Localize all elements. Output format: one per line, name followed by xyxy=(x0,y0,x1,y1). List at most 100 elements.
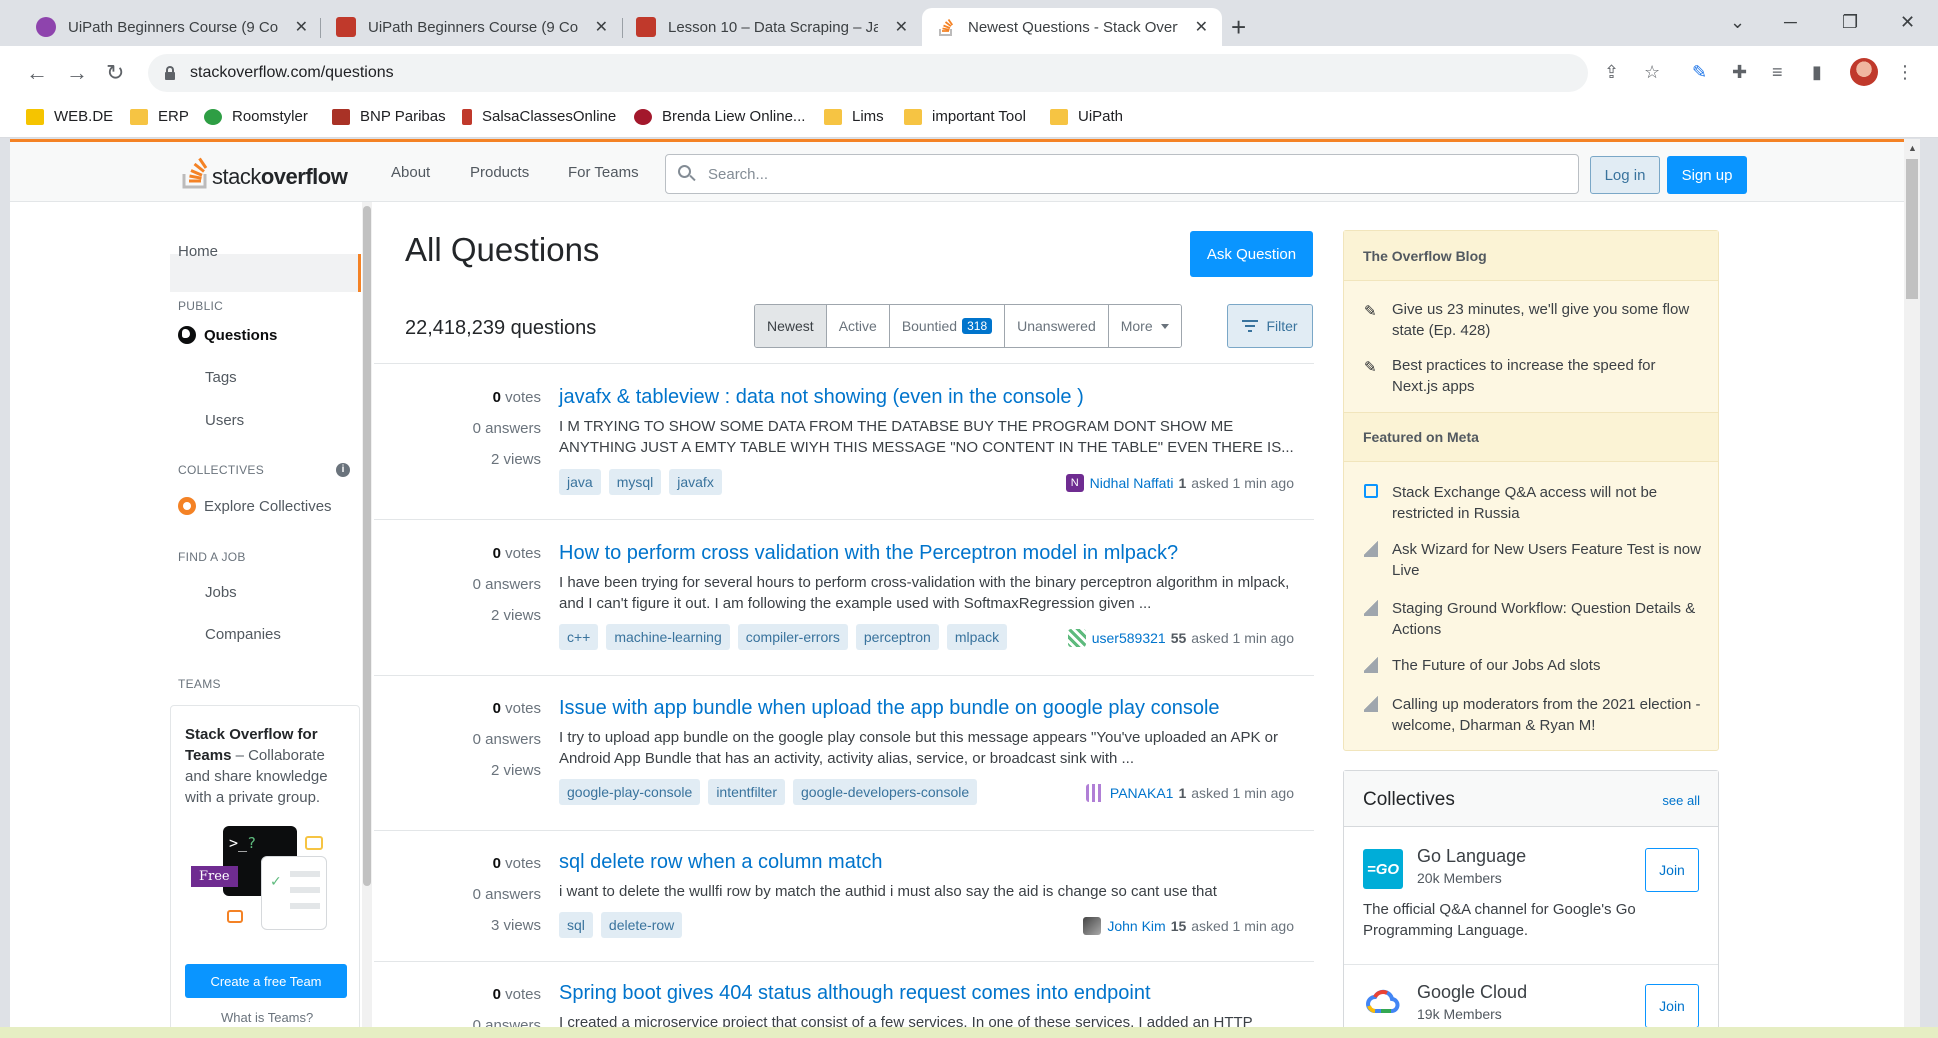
bookmark-star-icon[interactable]: ☆ xyxy=(1644,62,1660,83)
browser-tab[interactable]: UiPath Beginners Course (9 Comp ✕ xyxy=(22,8,322,46)
avatar[interactable] xyxy=(1067,629,1086,647)
extensions-puzzle-icon[interactable]: ✚ xyxy=(1732,62,1747,83)
bookmark-item[interactable]: Lims xyxy=(824,108,884,125)
sidebar-item-tags[interactable]: Tags xyxy=(205,369,237,386)
user-name-link[interactable]: user589321 xyxy=(1092,630,1166,646)
bookmark-item[interactable]: ERP xyxy=(130,108,189,125)
tag[interactable]: javafx xyxy=(669,469,722,495)
join-button[interactable]: Join xyxy=(1645,848,1699,892)
meta-post-link[interactable]: Calling up moderators from the 2021 elec… xyxy=(1364,694,1702,736)
bookmark-item[interactable]: BNP Paribas xyxy=(332,108,446,125)
sidebar-item-users[interactable]: Users xyxy=(205,412,244,429)
meta-post-link[interactable]: Ask Wizard for New Users Feature Test is… xyxy=(1364,539,1702,581)
sidebar-item-questions[interactable]: Questions xyxy=(178,326,277,344)
tag[interactable]: java xyxy=(559,469,601,495)
sidebar-item-explore-collectives[interactable]: Explore Collectives xyxy=(178,497,332,515)
tag[interactable]: sql xyxy=(559,912,593,938)
meta-post-link[interactable]: The Future of our Jobs Ad slots xyxy=(1364,655,1702,676)
address-bar[interactable]: stackoverflow.com/questions xyxy=(148,54,1588,92)
profile-avatar[interactable] xyxy=(1850,58,1878,86)
filter-button[interactable]: Filter xyxy=(1227,304,1313,348)
browser-tab-active[interactable]: Newest Questions - Stack Overflo ✕ xyxy=(922,8,1222,46)
avatar[interactable]: N xyxy=(1065,474,1084,492)
sidebar-item-home[interactable]: Home xyxy=(178,243,218,260)
forward-arrow-icon[interactable]: → xyxy=(66,60,88,86)
bookmark-item[interactable]: Roomstyler xyxy=(204,108,308,125)
user-name-link[interactable]: PANAKA1 xyxy=(1110,785,1174,801)
bookmark-item[interactable]: important Tool xyxy=(904,108,1026,125)
restore-icon[interactable]: ❐ xyxy=(1842,12,1858,33)
reload-icon[interactable]: ↻ xyxy=(106,60,124,86)
sidebar-item-jobs[interactable]: Jobs xyxy=(205,584,237,601)
minimize-icon[interactable]: ─ xyxy=(1784,12,1797,33)
tag[interactable]: mlpack xyxy=(946,624,1008,650)
signup-button[interactable]: Sign up xyxy=(1667,156,1747,194)
tab-more[interactable]: More xyxy=(1108,305,1181,347)
sidebar-item-companies[interactable]: Companies xyxy=(205,626,281,643)
close-icon[interactable]: ✕ xyxy=(895,17,908,37)
create-team-button[interactable]: Create a free Team xyxy=(185,964,347,998)
close-icon[interactable]: ✕ xyxy=(1195,17,1208,37)
scrollbar-thumb[interactable] xyxy=(1906,159,1918,299)
tag[interactable]: compiler-errors xyxy=(737,624,848,650)
tag[interactable]: google-developers-console xyxy=(793,779,978,805)
scroll-up-arrow-icon[interactable]: ▲ xyxy=(1908,143,1917,153)
tab-search-chevron-icon[interactable]: ⌄ xyxy=(1730,12,1745,33)
tag[interactable]: intentfilter xyxy=(708,779,786,805)
media-queue-icon[interactable]: ≡ xyxy=(1772,62,1783,83)
new-tab-plus-icon[interactable]: + xyxy=(1231,14,1246,40)
window-close-icon[interactable]: ✕ xyxy=(1900,12,1915,33)
login-button[interactable]: Log in xyxy=(1590,156,1660,194)
collective-name-link[interactable]: Google Cloud xyxy=(1417,982,1527,1003)
close-icon[interactable]: ✕ xyxy=(295,17,308,37)
browser-tab[interactable]: UiPath Beginners Course (9 Comp ✕ xyxy=(322,8,622,46)
user-name-link[interactable]: Nidhal Naffati xyxy=(1090,475,1174,491)
question-title-link[interactable]: Issue with app bundle when upload the ap… xyxy=(559,697,1220,720)
tag[interactable]: perceptron xyxy=(855,624,939,650)
info-icon[interactable]: i xyxy=(336,463,350,477)
close-icon[interactable]: ✕ xyxy=(595,17,608,37)
tab-newest[interactable]: Newest xyxy=(755,305,827,347)
blog-post-link[interactable]: ✎ Best practices to increase the speed f… xyxy=(1364,355,1702,397)
bookmark-item[interactable]: Brenda Liew Online... xyxy=(634,108,805,125)
question-title-link[interactable]: sql delete row when a column match xyxy=(559,851,883,874)
question-title-link[interactable]: javafx & tableview : data not showing (e… xyxy=(559,386,1084,409)
see-all-link[interactable]: see all xyxy=(1662,793,1700,808)
nav-about[interactable]: About xyxy=(391,164,430,181)
page-scrollbar[interactable]: ▲ xyxy=(1904,139,1920,1038)
bookmark-item[interactable]: SalsaClassesOnline xyxy=(462,108,616,125)
tag[interactable]: mysql xyxy=(608,469,662,495)
nav-products[interactable]: Products xyxy=(470,164,529,181)
tab-unanswered[interactable]: Unanswered xyxy=(1005,305,1109,347)
avatar[interactable] xyxy=(1085,784,1104,802)
bookmark-item[interactable]: WEB.DE xyxy=(26,108,113,125)
tag[interactable]: c++ xyxy=(559,624,599,650)
question-title-link[interactable]: Spring boot gives 404 status although re… xyxy=(559,982,1151,1005)
blog-post-link[interactable]: ✎ Give us 23 minutes, we'll give you som… xyxy=(1364,299,1702,341)
what-is-teams-link[interactable]: What is Teams? xyxy=(221,1010,313,1025)
tab-active[interactable]: Active xyxy=(826,305,890,347)
side-panel-icon[interactable]: ▮ xyxy=(1812,62,1822,83)
tag[interactable]: google-play-console xyxy=(559,779,701,805)
scrollbar-thumb[interactable] xyxy=(363,206,371,886)
more-menu-icon[interactable]: ⋮ xyxy=(1896,62,1914,83)
user-name-link[interactable]: John Kim xyxy=(1107,918,1165,934)
join-button[interactable]: Join xyxy=(1645,984,1699,1028)
bookmark-item[interactable]: UiPath xyxy=(1050,108,1123,125)
browser-tab[interactable]: Lesson 10 – Data Scraping – Jand ✕ xyxy=(622,8,922,46)
nav-for-teams[interactable]: For Teams xyxy=(568,164,639,181)
question-title-link[interactable]: How to perform cross validation with the… xyxy=(559,542,1178,565)
collective-name-link[interactable]: Go Language xyxy=(1417,846,1526,867)
search-input[interactable]: Search... xyxy=(665,154,1579,194)
left-nav-scrollbar[interactable] xyxy=(362,202,372,1038)
tag[interactable]: machine-learning xyxy=(606,624,730,650)
translate-extension-icon[interactable]: ✎ xyxy=(1692,62,1707,83)
share-icon[interactable]: ⇪ xyxy=(1604,62,1619,83)
meta-post-link[interactable]: Stack Exchange Q&A access will not be re… xyxy=(1364,482,1702,524)
tab-bountied[interactable]: Bountied 318 xyxy=(889,305,1006,347)
back-arrow-icon[interactable]: ← xyxy=(26,60,48,86)
ask-question-button[interactable]: Ask Question xyxy=(1190,231,1313,277)
meta-post-link[interactable]: Staging Ground Workflow: Question Detail… xyxy=(1364,598,1702,640)
tag[interactable]: delete-row xyxy=(600,912,683,938)
avatar[interactable] xyxy=(1083,917,1102,935)
